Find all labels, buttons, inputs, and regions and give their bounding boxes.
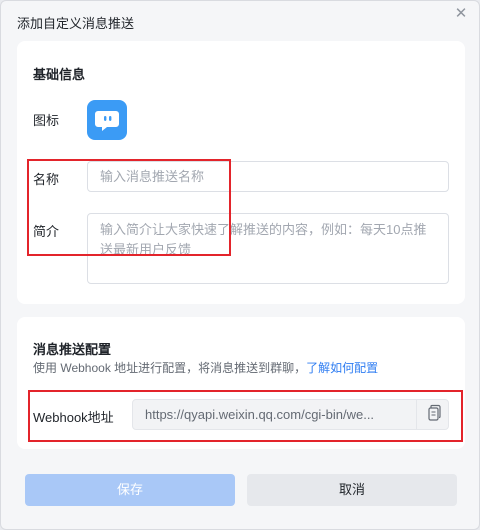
highlight-box-name-intro [27,159,231,256]
highlight-box-webhook [28,390,463,442]
push-config-description: 使用 Webhook 地址进行配置，将消息推送到群聊，了解如何配置 [33,359,378,376]
description-text: 使用 Webhook 地址进行配置，将消息推送到群聊， [33,361,307,375]
add-custom-push-dialog: 添加自定义消息推送 ✕ 基础信息 图标 名称 简介 消息推送配置 使用 Webh… [0,0,480,530]
save-button[interactable]: 保存 [25,474,235,506]
icon-label: 图标 [33,113,60,128]
dialog-title: 添加自定义消息推送 [17,16,135,31]
cancel-button[interactable]: 取消 [247,474,457,506]
basic-info-title: 基础信息 [33,67,86,82]
chat-bubble-icon[interactable] [87,100,127,140]
push-config-title: 消息推送配置 [33,342,112,357]
close-icon[interactable]: ✕ [453,6,469,22]
learn-how-link[interactable]: 了解如何配置 [306,361,378,375]
